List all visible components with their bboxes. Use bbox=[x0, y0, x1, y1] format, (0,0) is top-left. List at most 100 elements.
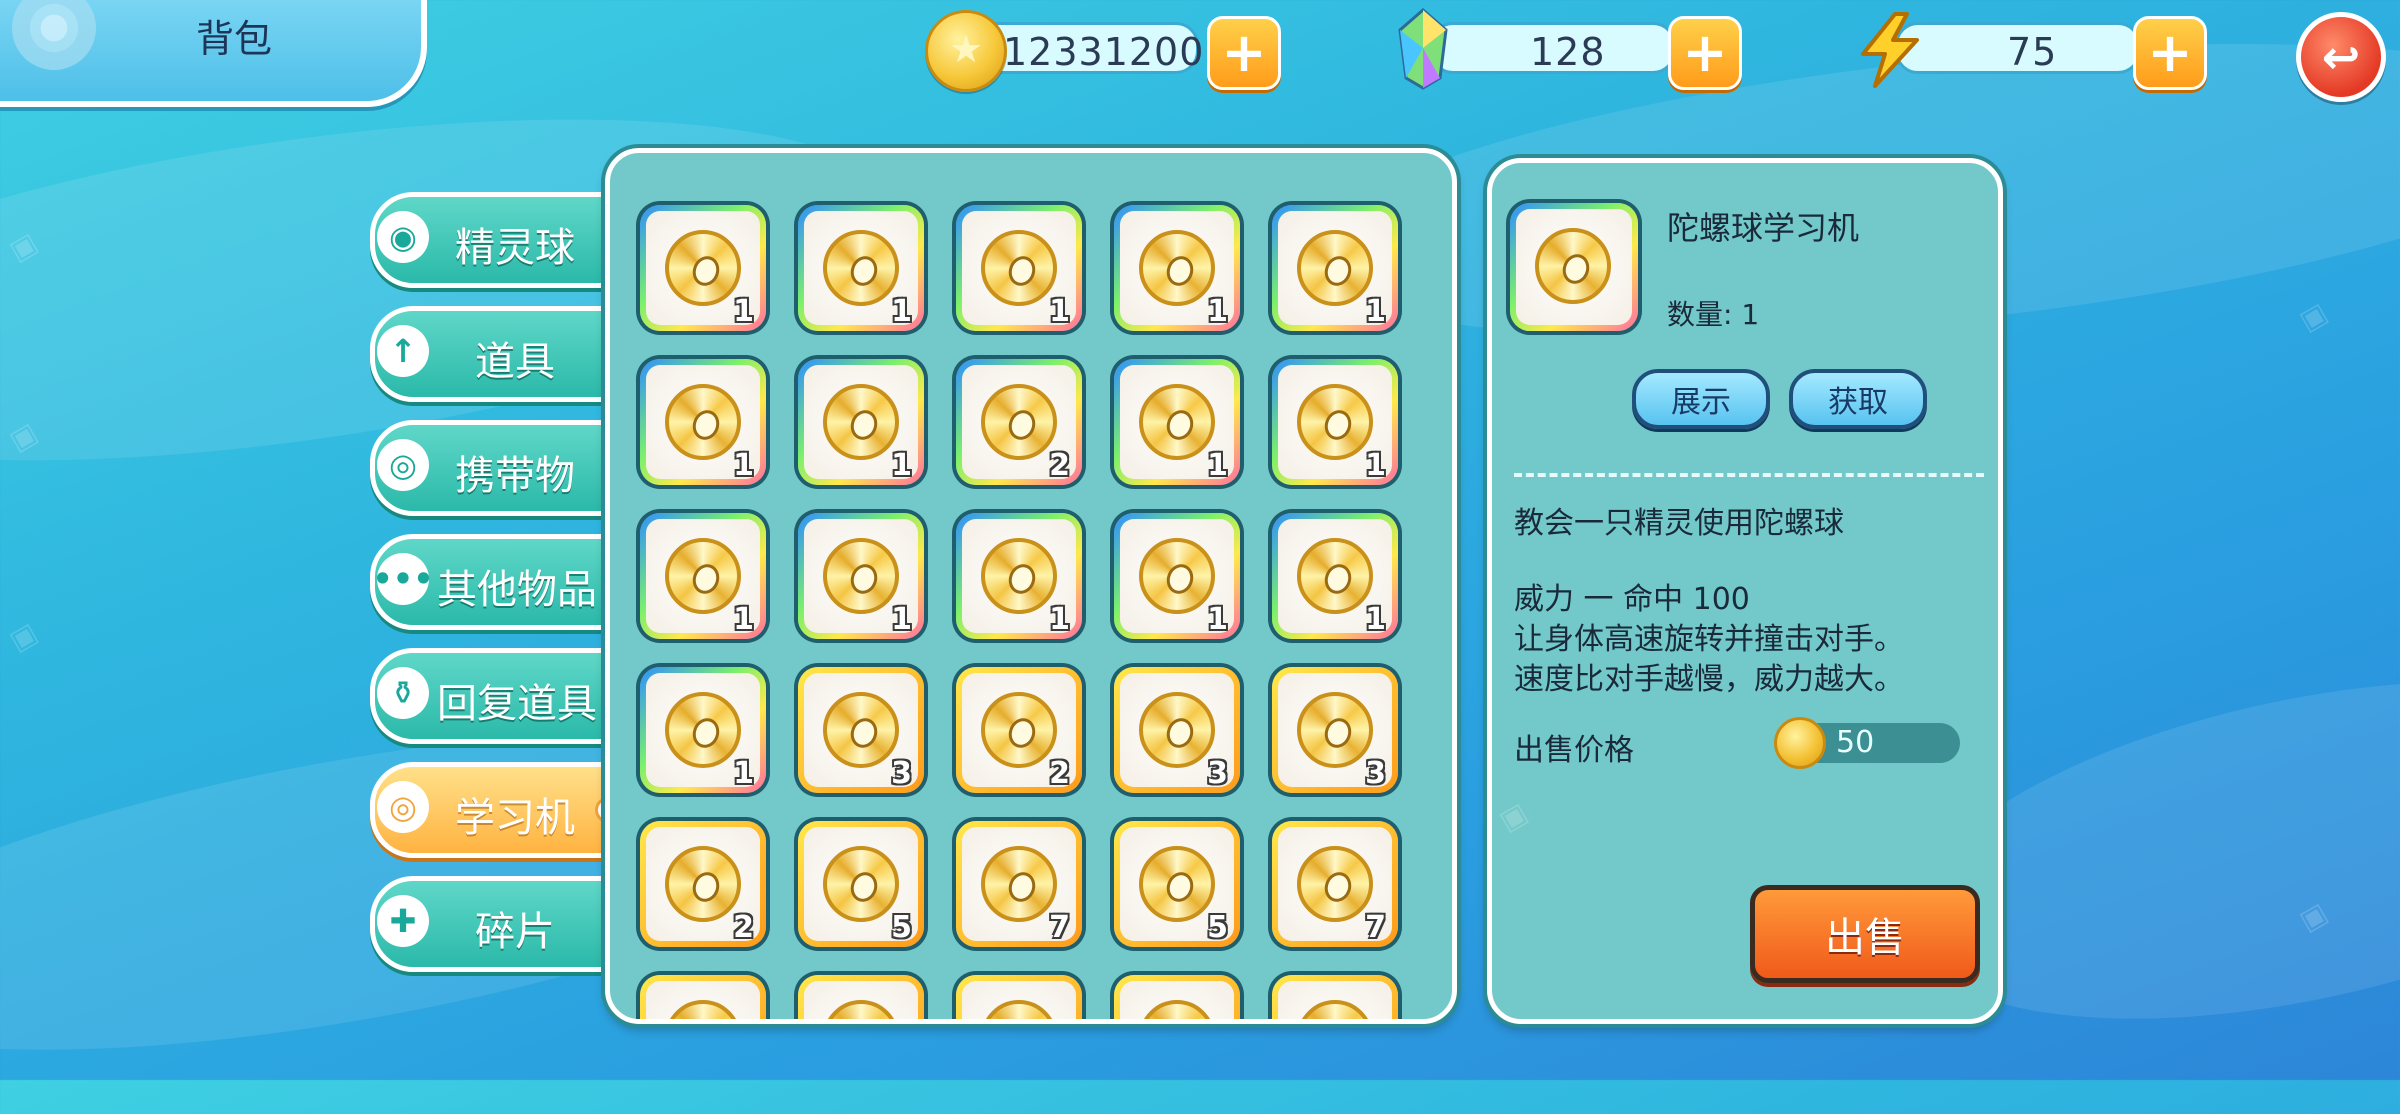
puzzle-icon: ✚ bbox=[377, 895, 429, 947]
tab-pokeball[interactable]: ◉ 精灵球 bbox=[370, 192, 620, 288]
grid-item[interactable]: 1 bbox=[956, 513, 1082, 639]
tm-disc-icon bbox=[665, 1000, 741, 1019]
grid-item[interactable]: 1 bbox=[1114, 513, 1240, 639]
grid-item[interactable]: 1 bbox=[1272, 205, 1398, 331]
coin-resource: 123312000 + bbox=[925, 10, 1281, 92]
grid-item[interactable]: 3 bbox=[1272, 667, 1398, 793]
grid-item[interactable]: 1 bbox=[1114, 205, 1240, 331]
tab-label: 精灵球 bbox=[455, 225, 575, 271]
item-count: 1 bbox=[1365, 294, 1386, 329]
tab-recovery-items[interactable]: ⚱ 回复道具 bbox=[370, 648, 620, 744]
item-count: 3 bbox=[1365, 756, 1386, 791]
title-tab: 背包 bbox=[0, 0, 427, 107]
disc-icon: ◎ bbox=[377, 781, 429, 833]
tm-disc-icon bbox=[823, 692, 899, 768]
grid-item[interactable]: 1 bbox=[1272, 513, 1398, 639]
obtain-button[interactable]: 获取 bbox=[1789, 369, 1927, 429]
item-count: 1 bbox=[1365, 448, 1386, 483]
tm-disc-icon bbox=[1297, 384, 1373, 460]
tab-props[interactable]: ↑ 道具 bbox=[370, 306, 620, 402]
price-value: 50 bbox=[1836, 725, 1875, 760]
potion-icon: ⚱ bbox=[377, 667, 429, 719]
grid-item[interactable]: 7 bbox=[1272, 821, 1398, 947]
grid-item[interactable]: 1 bbox=[640, 205, 766, 331]
item-frame: 1 bbox=[1120, 519, 1234, 637]
sell-button[interactable]: 出售 bbox=[1750, 885, 1980, 983]
bag-disc-icon bbox=[12, 0, 96, 70]
tm-disc-icon bbox=[665, 230, 741, 306]
tab-held-items[interactable]: ◎ 携带物 bbox=[370, 420, 620, 516]
grid-item[interactable]: 1 bbox=[640, 667, 766, 793]
grid-item[interactable] bbox=[640, 975, 766, 1019]
grid-item[interactable]: 1 bbox=[798, 513, 924, 639]
item-frame: 1 bbox=[962, 519, 1076, 637]
tab-fragments[interactable]: ✚ 碎片 bbox=[370, 876, 620, 972]
gem-resource: 128 + bbox=[1398, 8, 1742, 90]
tm-disc-icon bbox=[1139, 384, 1215, 460]
add-coins-button[interactable]: + bbox=[1207, 16, 1281, 90]
item-count: 1 bbox=[891, 602, 912, 637]
item-frame: 1 bbox=[646, 673, 760, 791]
back-arrow-icon[interactable]: ↩ bbox=[2296, 12, 2386, 102]
item-frame: 1 bbox=[1120, 365, 1234, 483]
grid-item[interactable]: 1 bbox=[640, 513, 766, 639]
grid-item[interactable] bbox=[1114, 975, 1240, 1019]
crystal-icon bbox=[1398, 8, 1448, 90]
tm-disc-icon bbox=[1297, 230, 1373, 306]
tab-label: 携带物 bbox=[455, 453, 575, 499]
grid-item[interactable] bbox=[1272, 975, 1398, 1019]
grid-item[interactable]: 3 bbox=[798, 667, 924, 793]
grid-item[interactable]: 2 bbox=[640, 821, 766, 947]
grid-item[interactable]: 1 bbox=[956, 205, 1082, 331]
item-frame: 5 bbox=[804, 827, 918, 945]
effect-line-2: 速度比对手越慢，威力越大。 bbox=[1514, 662, 1904, 697]
tm-disc-icon bbox=[823, 846, 899, 922]
item-frame bbox=[1278, 981, 1392, 1019]
add-energy-button[interactable]: + bbox=[2133, 16, 2207, 90]
item-count: 2 bbox=[733, 910, 754, 945]
grid-item[interactable]: 3 bbox=[1114, 667, 1240, 793]
grid-item[interactable]: 1 bbox=[1272, 359, 1398, 485]
item-description: 教会一只精灵使用陀螺球 bbox=[1514, 506, 1844, 541]
tm-disc-icon bbox=[1139, 846, 1215, 922]
item-count: 1 bbox=[1207, 448, 1228, 483]
item-grid-panel[interactable]: 1 1 1 1 1 1 1 2 1 1 1 1 1 1 1 1 3 2 3 3 2 5 7 5 7 bbox=[605, 148, 1457, 1024]
tm-disc-icon bbox=[1535, 228, 1611, 304]
tm-disc-icon bbox=[823, 1000, 899, 1019]
lightning-icon bbox=[1861, 12, 1919, 88]
grid-item[interactable]: 1 bbox=[798, 205, 924, 331]
tm-disc-icon bbox=[823, 230, 899, 306]
tab-tm[interactable]: ◎ 学习机 bbox=[370, 762, 621, 858]
gem-value: 128 bbox=[1530, 30, 1606, 74]
add-gems-button[interactable]: + bbox=[1668, 16, 1742, 90]
tm-disc-icon bbox=[665, 538, 741, 614]
item-frame: 1 bbox=[804, 519, 918, 637]
item-quantity: 数量: 1 bbox=[1667, 298, 1760, 331]
grid-item[interactable]: 2 bbox=[956, 359, 1082, 485]
item-frame: 1 bbox=[646, 519, 760, 637]
tab-label: 碎片 bbox=[475, 909, 555, 955]
item-count: 7 bbox=[1049, 910, 1070, 945]
grid-item[interactable]: 2 bbox=[956, 667, 1082, 793]
tm-disc-icon bbox=[1297, 538, 1373, 614]
grid-item[interactable]: 1 bbox=[1114, 359, 1240, 485]
item-frame bbox=[962, 981, 1076, 1019]
grid-item[interactable]: 5 bbox=[798, 821, 924, 947]
grid-item[interactable]: 7 bbox=[956, 821, 1082, 947]
tab-other-items[interactable]: ••• 其他物品 bbox=[370, 534, 620, 630]
grid-item[interactable] bbox=[798, 975, 924, 1019]
tm-disc-icon bbox=[981, 692, 1057, 768]
item-name: 陀螺球学习机 bbox=[1667, 209, 1860, 247]
tm-disc-icon bbox=[823, 538, 899, 614]
item-count: 1 bbox=[733, 756, 754, 791]
grid-item[interactable]: 1 bbox=[640, 359, 766, 485]
grid-item[interactable]: 1 bbox=[798, 359, 924, 485]
item-count: 2 bbox=[1049, 756, 1070, 791]
tm-disc-icon bbox=[1139, 1000, 1215, 1019]
grid-item[interactable]: 5 bbox=[1114, 821, 1240, 947]
gold-coin-icon bbox=[1774, 717, 1826, 769]
grid-item[interactable] bbox=[956, 975, 1082, 1019]
tm-disc-icon bbox=[1139, 692, 1215, 768]
show-button[interactable]: 展示 bbox=[1632, 369, 1770, 429]
energy-value: 75 bbox=[2007, 30, 2058, 74]
